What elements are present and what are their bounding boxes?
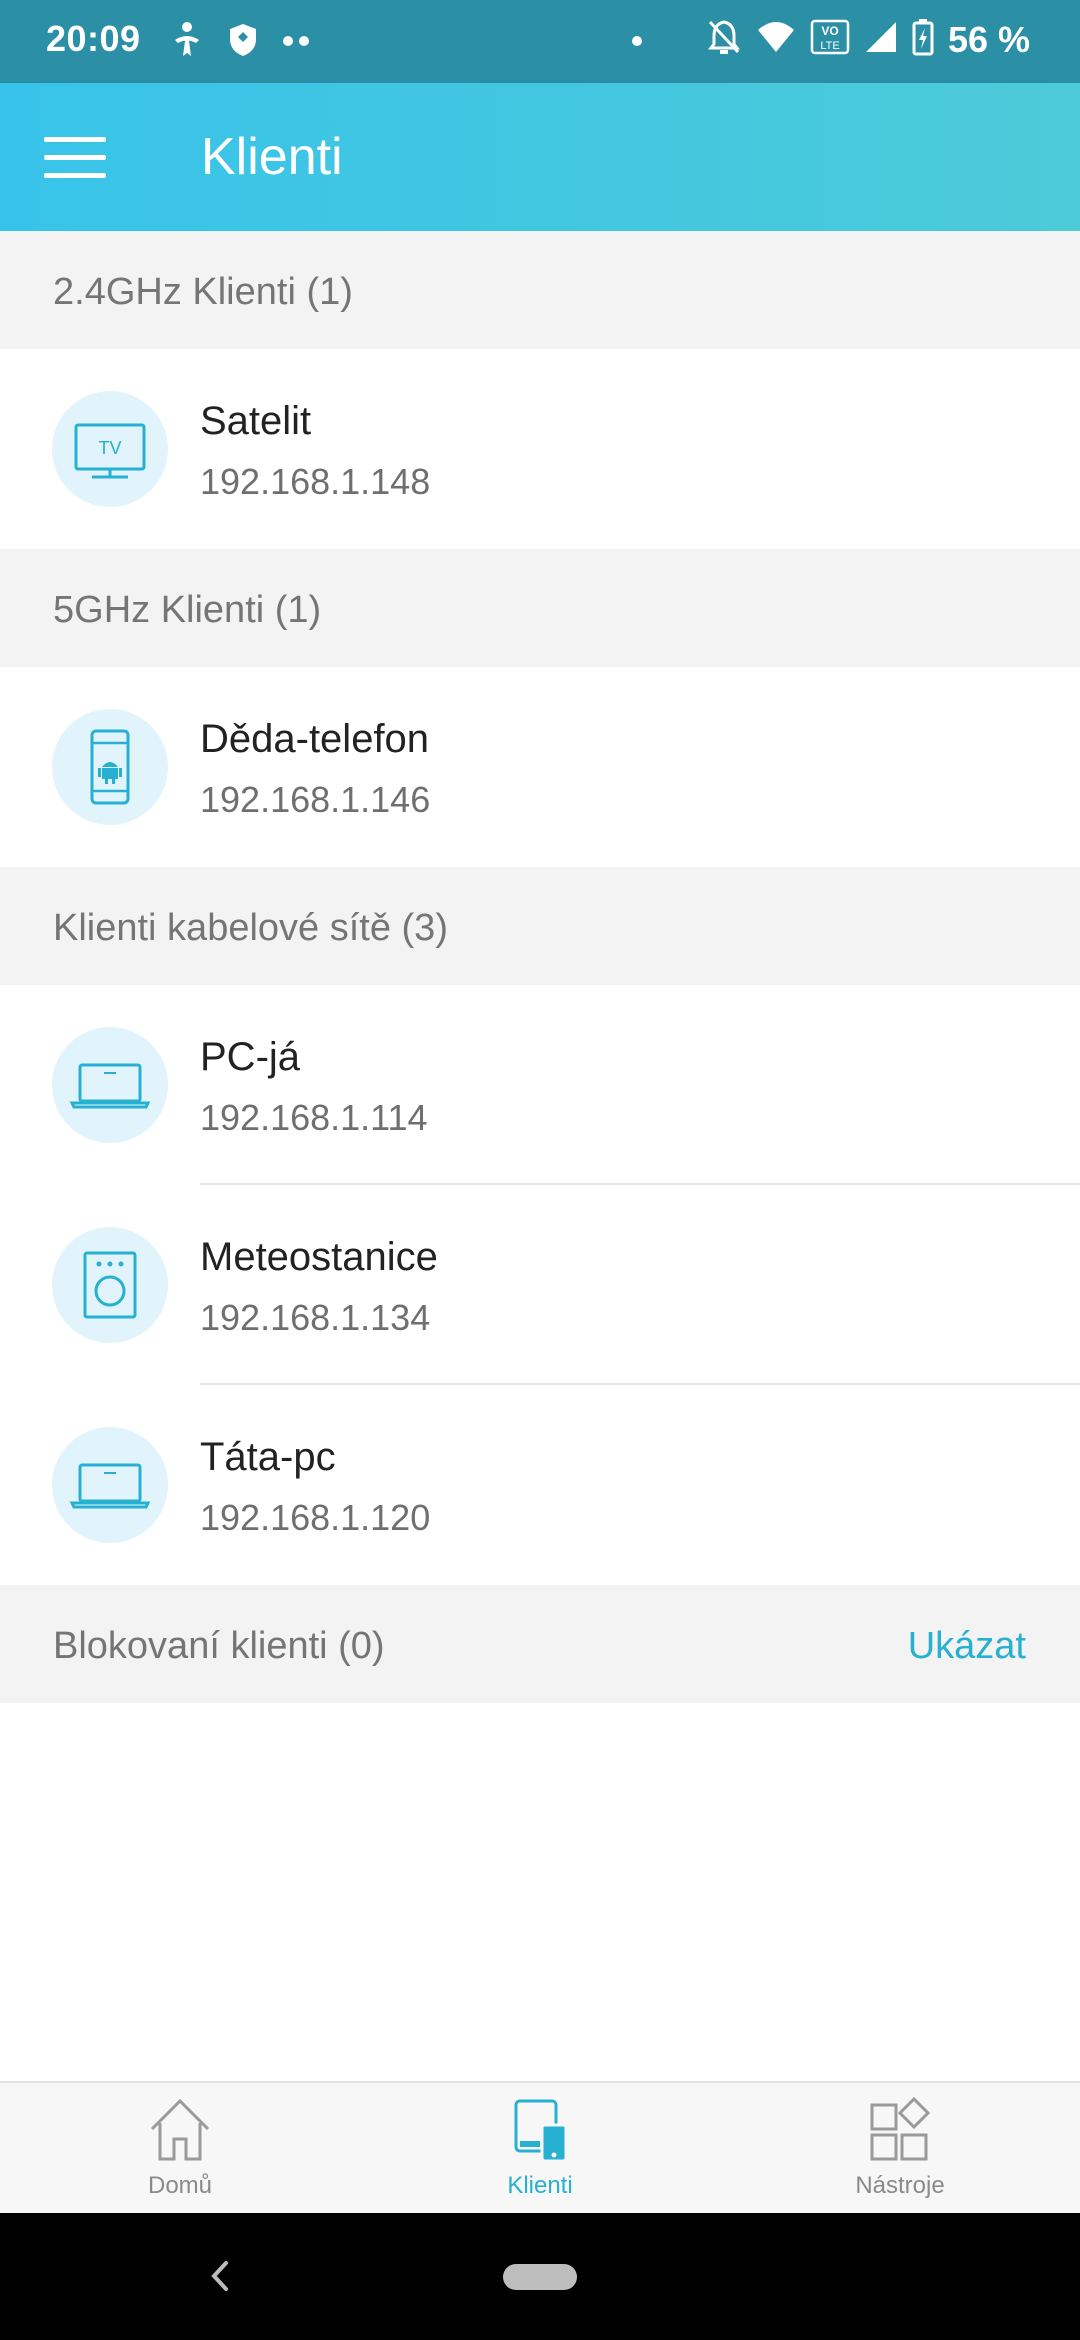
back-icon[interactable] [200,2251,240,2301]
nav-label: Domů [147,2172,213,2199]
nav-label: Klienti [507,2172,573,2199]
section-title: 2.4GHz Klienti (1) [53,271,353,313]
home-pill-button[interactable] [503,2264,577,2290]
section-title: Klienti kabelové sítě (3) [53,907,448,949]
client-name: Děda-telefon [200,717,430,761]
client-ip: 192.168.1.134 [200,1297,431,1338]
section-header-blocked: Blokovaní klienti (0) Ukázat [0,1585,1080,1703]
mute-icon [706,18,742,61]
volte-icon: VO LTE [810,19,850,60]
android-phone-icon [52,709,168,825]
home-icon [150,2098,210,2161]
client-row-pc-ja[interactable]: PC-já 192.168.1.114 [0,985,1080,1185]
client-ip: 192.168.1.146 [200,779,431,820]
client-ip: 192.168.1.120 [200,1497,431,1538]
system-nav-bar [0,2213,1080,2340]
client-name: PC-já [200,1035,301,1079]
client-name: Satelit [200,399,312,443]
app-bar: Klienti [0,83,1080,231]
bottom-nav: Domů Klienti Nástroje [0,2081,1080,2213]
section-header-wired: Klienti kabelové sítě (3) [0,867,1080,985]
section-title: Blokovaní klienti (0) [53,1625,385,1667]
shield-icon [228,22,258,63]
battery-charging-icon [912,18,934,61]
svg-text:TV: TV [98,438,121,458]
client-ip: 192.168.1.148 [200,461,431,502]
nav-label: Nástroje [855,2172,945,2199]
svg-text:VO: VO [821,24,838,38]
client-row-deda-telefon[interactable]: Děda-telefon 192.168.1.146 [0,667,1080,867]
page-title: Klienti [201,128,343,186]
section-header-5ghz: 5GHz Klienti (1) [0,549,1080,667]
section-header-24ghz: 2.4GHz Klienti (1) [0,231,1080,349]
client-name: Táta-pc [200,1435,336,1479]
show-blocked-button[interactable]: Ukázat [908,1625,1026,1668]
nav-item-home[interactable]: Domů [0,2083,360,2215]
client-name: Meteostanice [200,1235,438,1279]
client-row-satelit[interactable]: TV Satelit 192.168.1.148 [0,349,1080,549]
devices-icon [514,2099,568,2163]
accessibility-icon [170,20,204,65]
section-title: 5GHz Klienti (1) [53,589,322,631]
laptop-icon [52,1427,168,1543]
status-bar: 20:09 VO LTE 56 % [0,0,1080,83]
client-ip: 192.168.1.114 [200,1097,428,1138]
client-row-meteostanice[interactable]: Meteostanice 192.168.1.134 [0,1185,1080,1385]
battery-percent: 56 % [947,18,1030,60]
nav-item-clients[interactable]: Klienti [360,2083,720,2215]
svg-text:LTE: LTE [820,40,839,52]
signal-icon [864,20,898,59]
more-dots-icon [282,34,312,52]
tv-icon: TV [52,391,168,507]
status-time: 20:09 [46,18,141,59]
hamburger-menu-icon[interactable] [40,131,110,183]
wifi-icon [756,20,796,59]
appliance-icon [52,1227,168,1343]
notification-dot-icon [632,36,642,46]
nav-item-tools[interactable]: Nástroje [720,2083,1080,2215]
tools-grid-icon [870,2096,931,2161]
laptop-icon [52,1027,168,1143]
client-row-tata-pc[interactable]: Táta-pc 192.168.1.120 [0,1385,1080,1585]
